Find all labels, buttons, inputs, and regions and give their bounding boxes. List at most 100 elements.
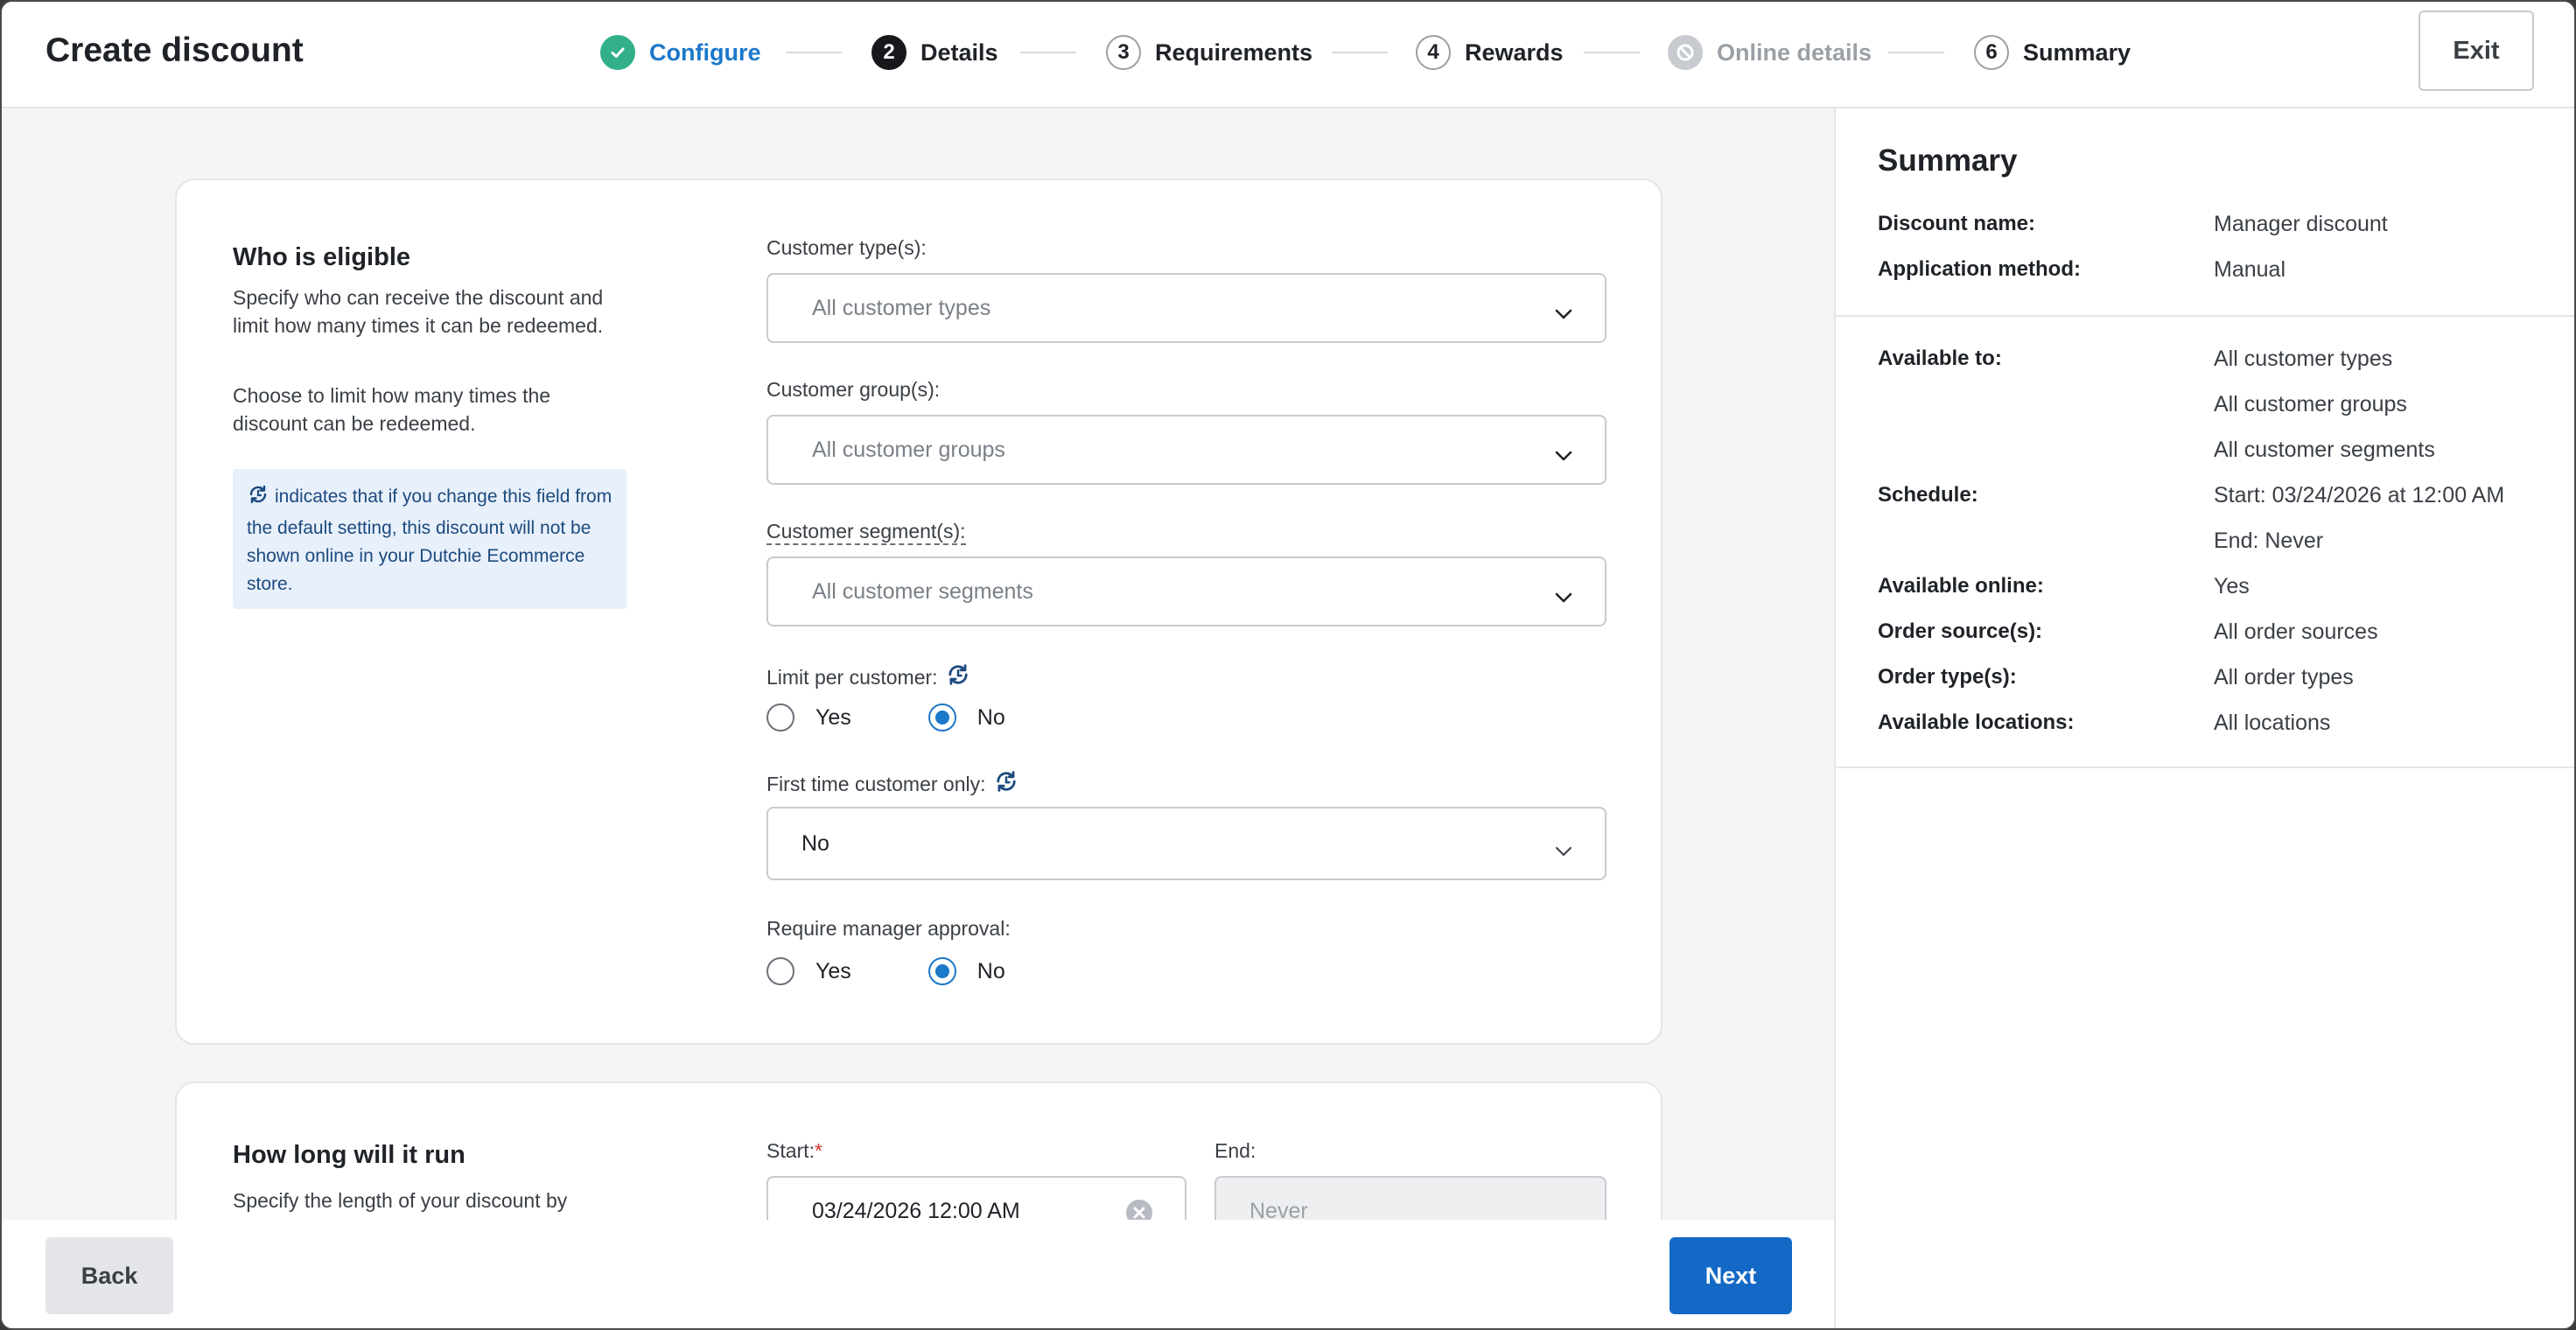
customer-segments-label: Customer segment(s): (766, 520, 966, 545)
section-title: How long will it run (233, 1141, 466, 1169)
step-label: Summary (2023, 38, 2132, 66)
summary-value: Yes (2214, 574, 2250, 598)
start-label-text: Start: (766, 1139, 815, 1162)
step-label: Configure (649, 38, 761, 66)
manager-approval-label: Require manager approval: (766, 917, 1011, 940)
summary-label: Available online: (1878, 574, 2044, 598)
chevron-down-icon (1554, 584, 1573, 610)
step-label: Requirements (1155, 38, 1313, 66)
select-placeholder: All customer groups (812, 437, 1005, 462)
next-button[interactable]: Next (1670, 1237, 1792, 1314)
limit-per-customer-radio-group: Yes No (766, 704, 1005, 732)
divider (1836, 315, 2574, 317)
chevron-down-icon (1554, 301, 1573, 326)
radio-yes[interactable] (766, 957, 794, 985)
summary-title: Summary (1878, 144, 2018, 178)
section-description: Specify the length of your discount by (233, 1189, 568, 1212)
footer-bar: Back Next (2, 1220, 1834, 1328)
select-placeholder: All customer segments (812, 578, 1033, 604)
summary-label: Order source(s): (1878, 620, 2043, 643)
customer-groups-select[interactable]: All customer groups (766, 415, 1606, 485)
back-button[interactable]: Back (46, 1237, 173, 1314)
limit-label-text: Limit per customer: (766, 665, 938, 689)
required-asterisk: * (814, 1139, 822, 1162)
first-time-label-text: First time customer only: (766, 772, 986, 795)
section-description: Choose to limit how many times the disco… (233, 384, 551, 435)
divider (1836, 766, 2574, 768)
summary-label: Order type(s): (1878, 665, 2017, 689)
first-time-customer-select[interactable]: No (766, 807, 1606, 880)
summary-value: Manager discount (2214, 212, 2388, 236)
summary-value: All customer types (2214, 346, 2393, 371)
sync-icon (945, 662, 971, 693)
manager-approval-radio-group: Yes No (766, 957, 1005, 985)
summary-panel: Summary Discount name: Manager discount … (1834, 108, 2574, 1328)
summary-value: Manual (2214, 257, 2286, 282)
summary-value: Start: 03/24/2026 at 12:00 AM (2214, 483, 2505, 508)
main-content[interactable]: Who is eligible Specify who can receive … (2, 108, 1834, 1220)
end-date-input: Never (1214, 1176, 1606, 1220)
step-label: Details (920, 38, 998, 66)
step-connector (1332, 52, 1388, 53)
clear-icon[interactable] (1125, 1199, 1153, 1220)
schedule-card: How long will it run Specify the length … (175, 1082, 1662, 1220)
step-number: 2 (872, 35, 906, 70)
step-label: Rewards (1465, 38, 1564, 66)
radio-yes[interactable] (766, 704, 794, 732)
summary-value: All order sources (2214, 620, 2378, 644)
limit-yes-option[interactable]: Yes (766, 704, 851, 732)
select-value: No (802, 830, 830, 856)
section-title: Who is eligible (233, 243, 411, 271)
summary-value: All locations (2214, 710, 2331, 735)
radio-no[interactable] (928, 704, 956, 732)
radio-label: Yes (816, 704, 851, 730)
radio-label: No (976, 704, 1005, 730)
step-summary[interactable]: 6 Summary (1974, 33, 2131, 72)
radio-no[interactable] (928, 957, 956, 985)
step-number: 6 (1974, 35, 2009, 70)
step-connector (786, 52, 842, 53)
summary-label: Schedule: (1878, 483, 1978, 507)
chevron-down-icon (1554, 443, 1573, 468)
select-placeholder: All customer types (812, 295, 991, 320)
sync-icon (993, 768, 1019, 800)
summary-label: Application method: (1878, 257, 2081, 281)
blocked-icon (1668, 35, 1703, 70)
customer-groups-label: Customer group(s): (766, 378, 941, 401)
step-configure[interactable]: Configure (600, 33, 761, 72)
summary-label: Available to: (1878, 346, 2002, 370)
manager-yes-option[interactable]: Yes (766, 957, 851, 985)
step-online-details: Online details (1668, 33, 1872, 72)
limit-no-option[interactable]: No (928, 704, 1005, 732)
step-connector (1888, 52, 1944, 53)
step-details[interactable]: 2 Details (872, 33, 998, 72)
summary-value: End: Never (2214, 528, 2324, 553)
step-number: 4 (1416, 35, 1451, 70)
page-title: Create discount (46, 32, 304, 69)
step-rewards[interactable]: 4 Rewards (1416, 33, 1564, 72)
manager-no-option[interactable]: No (928, 957, 1005, 985)
summary-value: All customer segments (2214, 438, 2435, 462)
customer-types-select[interactable]: All customer types (766, 273, 1606, 343)
sync-icon (247, 483, 270, 514)
start-date-input[interactable]: 03/24/2026 12:00 AM (766, 1176, 1186, 1220)
header: Create discount Configure 2 Details 3 Re… (2, 2, 2574, 108)
step-label: Online details (1717, 38, 1872, 66)
app-window: Create discount Configure 2 Details 3 Re… (0, 0, 2576, 1330)
step-number: 3 (1106, 35, 1141, 70)
eligibility-card: Who is eligible Specify who can receive … (175, 178, 1662, 1045)
info-callout: indicates that if you change this field … (233, 469, 626, 609)
section-description: Specify who can receive the discount and… (233, 286, 604, 337)
radio-label: Yes (816, 958, 851, 984)
customer-types-label: Customer type(s): (766, 236, 927, 259)
chevron-down-icon (1554, 838, 1573, 864)
limit-per-customer-label: Limit per customer: (766, 662, 971, 693)
summary-label: Available locations: (1878, 710, 2075, 734)
customer-segments-select[interactable]: All customer segments (766, 556, 1606, 626)
step-requirements[interactable]: 3 Requirements (1106, 33, 1312, 72)
radio-label: No (976, 958, 1005, 984)
first-time-customer-label: First time customer only: (766, 768, 1019, 800)
exit-button[interactable]: Exit (2418, 10, 2534, 91)
summary-value: All order types (2214, 665, 2354, 690)
start-date-value: 03/24/2026 12:00 AM (812, 1198, 1020, 1221)
